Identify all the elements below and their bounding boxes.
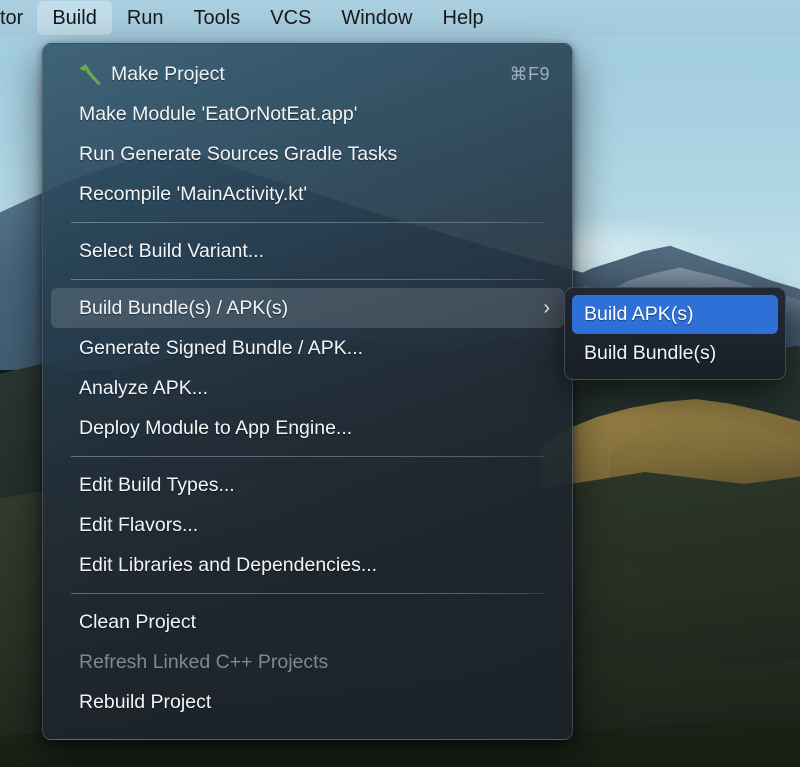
menu-item-rebuild-project[interactable]: Rebuild Project bbox=[51, 682, 564, 722]
menu-item-select-build-variant[interactable]: Select Build Variant... bbox=[51, 231, 564, 271]
menu-item-clean-project[interactable]: Clean Project bbox=[51, 602, 564, 642]
menubar-item-tools[interactable]: Tools bbox=[179, 1, 256, 35]
menubar-item-tor[interactable]: tor bbox=[0, 1, 37, 35]
menu-item-analyze-apk[interactable]: Analyze APK... bbox=[51, 368, 564, 408]
menu-item-refresh-linked-c-projects: Refresh Linked C++ Projects bbox=[51, 642, 564, 682]
menu-item-label: Clean Project bbox=[79, 610, 197, 633]
menubar-item-run[interactable]: Run bbox=[112, 1, 179, 35]
menubar-item-vcs[interactable]: VCS bbox=[255, 1, 326, 35]
menu-item-edit-libraries-and-dependencies[interactable]: Edit Libraries and Dependencies... bbox=[51, 545, 564, 585]
build-dropdown-menu: Make Project ⌘F9 Make Module 'EatOrNotEat.… bbox=[42, 43, 573, 740]
menu-item-recompile-mainactivity-kt[interactable]: Recompile 'MainActivity.kt' bbox=[51, 174, 564, 214]
submenu-item-build-bundle-s[interactable]: Build Bundle(s) bbox=[572, 334, 778, 373]
menu-item-label: Make Project bbox=[111, 62, 225, 85]
menubar-item-help[interactable]: Help bbox=[428, 1, 499, 35]
menu-item-run-generate-sources-gradle-tasks[interactable]: Run Generate Sources Gradle Tasks bbox=[51, 134, 564, 174]
submenu-item-build-apk-s[interactable]: Build APK(s) bbox=[572, 295, 778, 334]
menu-item-build-bundle-s-apk-s[interactable]: Build Bundle(s) / APK(s) › bbox=[51, 288, 564, 328]
menu-item-label: Analyze APK... bbox=[79, 376, 208, 399]
menubar-item-window[interactable]: Window bbox=[326, 1, 427, 35]
menu-item-edit-flavors[interactable]: Edit Flavors... bbox=[51, 505, 564, 545]
menu-item-label: Edit Flavors... bbox=[79, 513, 199, 536]
menu-item-label: Make Module 'EatOrNotEat.app' bbox=[79, 102, 358, 125]
menu-item-label: Rebuild Project bbox=[79, 690, 212, 713]
menu-separator bbox=[71, 222, 544, 223]
menu-item-label: Recompile 'MainActivity.kt' bbox=[79, 182, 308, 205]
build-bundle-apk-submenu: Build APK(s) Build Bundle(s) bbox=[564, 287, 786, 380]
menu-separator bbox=[71, 279, 544, 280]
menu-item-label: Generate Signed Bundle / APK... bbox=[79, 336, 364, 359]
menu-item-label: Select Build Variant... bbox=[79, 239, 264, 262]
menubar-item-build[interactable]: Build bbox=[37, 1, 112, 35]
menu-item-make-module-eatornoteat-app[interactable]: Make Module 'EatOrNotEat.app' bbox=[51, 94, 564, 134]
menu-separator bbox=[71, 456, 544, 457]
menu-item-edit-build-types[interactable]: Edit Build Types... bbox=[51, 465, 564, 505]
hammer-icon bbox=[77, 63, 103, 85]
menu-item-deploy-module-to-app-engine[interactable]: Deploy Module to App Engine... bbox=[51, 408, 564, 448]
chevron-right-icon: › bbox=[543, 297, 550, 319]
menu-bar: tor Build Run Tools VCS Window Help bbox=[0, 0, 800, 36]
submenu-item-label: Build Bundle(s) bbox=[584, 342, 717, 364]
menu-item-label: Edit Libraries and Dependencies... bbox=[79, 553, 378, 576]
menu-item-generate-signed-bundle-apk[interactable]: Generate Signed Bundle / APK... bbox=[51, 328, 564, 368]
menu-item-label: Build Bundle(s) / APK(s) bbox=[79, 296, 289, 319]
menu-item-shortcut: ⌘F9 bbox=[509, 63, 550, 84]
menu-separator bbox=[71, 593, 544, 594]
menu-item-label: Refresh Linked C++ Projects bbox=[79, 650, 329, 673]
menu-item-label: Deploy Module to App Engine... bbox=[79, 416, 353, 439]
submenu-item-label: Build APK(s) bbox=[584, 303, 694, 325]
menu-item-make-project[interactable]: Make Project ⌘F9 bbox=[51, 54, 564, 94]
menu-item-label: Run Generate Sources Gradle Tasks bbox=[79, 142, 398, 165]
menu-item-label: Edit Build Types... bbox=[79, 473, 235, 496]
